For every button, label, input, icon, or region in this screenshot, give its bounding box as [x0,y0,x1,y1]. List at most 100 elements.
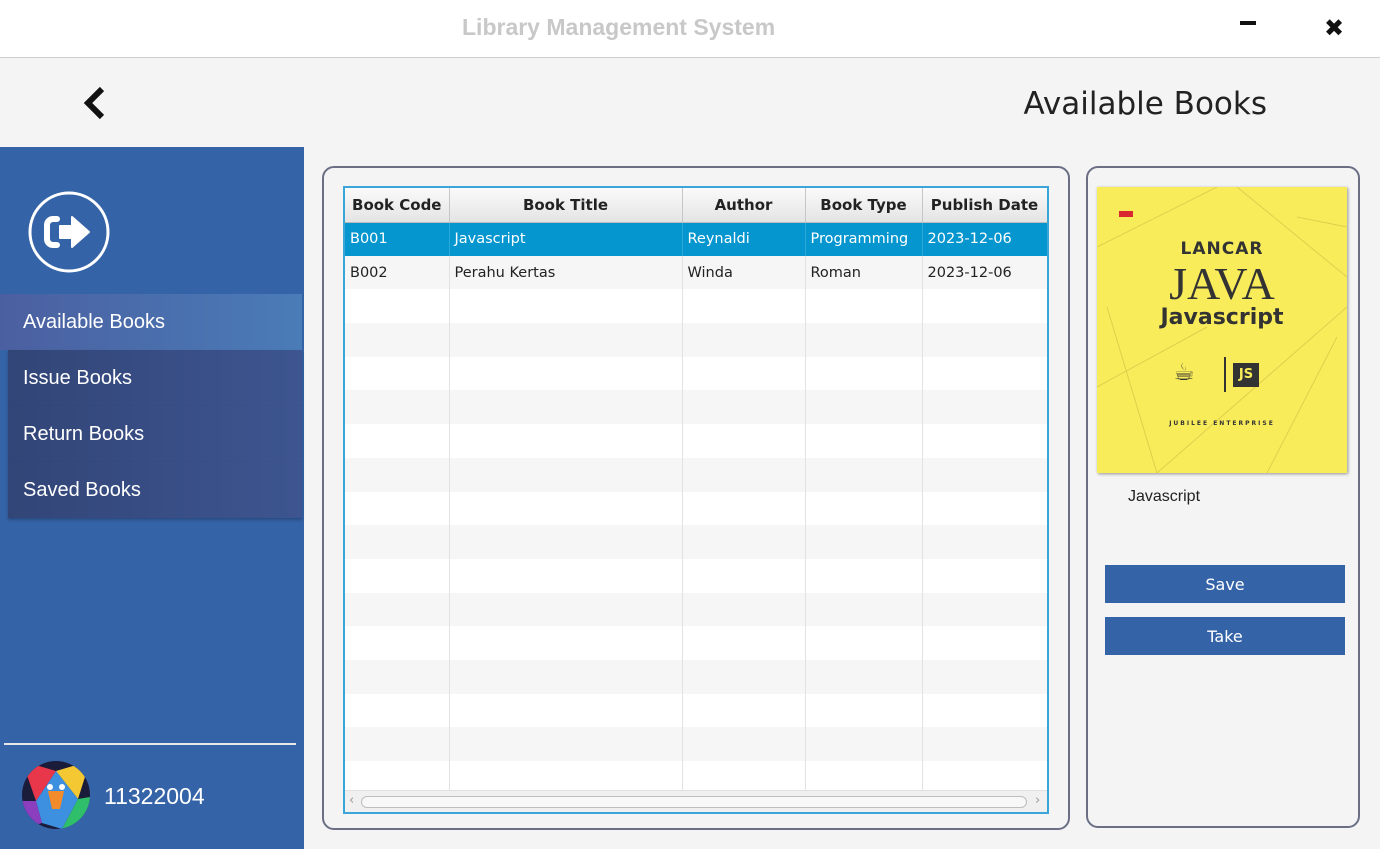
close-button[interactable]: ✖ [1314,8,1354,48]
table-cell [449,727,683,761]
column-header-book-type[interactable]: Book Type [805,188,923,223]
table-row-empty[interactable] [345,592,1047,627]
column-header-book-code[interactable]: Book Code [345,188,450,223]
table-row-empty[interactable] [345,727,1047,761]
table-cell [682,727,806,761]
table-cell [345,491,450,526]
table-row-empty[interactable] [345,626,1047,660]
table-row-empty[interactable] [345,525,1047,559]
java-cup-icon: ☕ [1173,358,1195,386]
table-cell [805,659,923,694]
cover-line3: Javascript [1160,305,1284,330]
table-cell [805,558,923,593]
table-cell: Javascript [449,222,683,256]
table-cell [449,424,683,458]
table-cell [805,289,923,324]
table-cell [345,356,450,391]
logout-icon [28,191,110,273]
table-cell [682,558,806,593]
table-cell [682,626,806,660]
books-table: Book Code Book Title Author Book Type Pu… [345,188,1047,795]
sidebar-item-saved-books[interactable]: Saved Books [8,462,302,518]
table-cell [805,323,923,357]
table-cell [449,491,683,526]
save-button-label: Save [1205,574,1245,594]
sidebar-item-label: Return Books [23,422,145,445]
window-titlebar: Library Management System ✖ [0,0,1380,58]
avatar[interactable] [22,761,90,829]
table-cell [345,626,450,660]
sidebar-item-label: Saved Books [23,478,141,501]
table-row-empty[interactable] [345,491,1047,526]
sidebar-item-label: Issue Books [23,366,132,389]
table-cell [682,289,806,324]
column-header-book-title[interactable]: Book Title [449,188,683,223]
horizontal-scrollbar[interactable]: ‹ › [345,790,1047,812]
table-cell: Roman [805,255,923,290]
table-cell [682,457,806,492]
table-cell [922,693,1047,728]
table-row-empty[interactable] [345,289,1047,324]
logout-button[interactable] [27,190,111,274]
table-cell [922,323,1047,357]
table-cell [682,424,806,458]
back-button[interactable] [80,85,110,121]
table-cell [805,525,923,559]
book-cover-image: LANCAR JAVA Javascript ☕ JS JUBILEE ENTE… [1097,187,1347,473]
table-row-empty[interactable] [345,356,1047,391]
table-row-empty[interactable] [345,323,1047,357]
table-cell [805,592,923,627]
books-table-container: Book Code Book Title Author Book Type Pu… [343,186,1049,814]
table-cell [449,289,683,324]
table-row-empty[interactable] [345,659,1047,694]
column-header-author[interactable]: Author [682,188,806,223]
table-cell [922,424,1047,458]
table-cell [449,390,683,425]
window-title: Library Management System [462,14,776,40]
table-cell: B001 [345,222,450,256]
column-header-publish-date[interactable]: Publish Date [922,188,1047,223]
table-cell [449,659,683,694]
table-row-empty[interactable] [345,424,1047,458]
sidebar-item-return-books[interactable]: Return Books [8,406,302,462]
sidebar-item-issue-books[interactable]: Issue Books [8,350,302,406]
table-cell: Winda [682,255,806,290]
take-button[interactable]: Take [1105,617,1345,655]
table-cell [449,323,683,357]
sidebar-item-available-books[interactable]: Available Books [0,294,302,350]
table-row-empty[interactable] [345,693,1047,728]
table-cell: B002 [345,255,450,290]
minimize-button[interactable] [1228,8,1268,48]
sidebar-nav: Available Books Issue Books Return Books… [0,294,302,518]
table-row-empty[interactable] [345,558,1047,593]
table-cell [682,592,806,627]
scroll-right-icon[interactable]: › [1035,793,1040,808]
table-cell [449,558,683,593]
scrollbar-thumb[interactable] [361,796,1027,808]
table-cell [805,491,923,526]
table-cell: 2023-12-06 [922,222,1047,256]
user-id: 11322004 [104,783,205,809]
table-cell [805,457,923,492]
table-row-empty[interactable] [345,457,1047,492]
table-cell [682,491,806,526]
save-button[interactable]: Save [1105,565,1345,603]
table-cell [449,525,683,559]
table-cell [805,356,923,391]
minimize-icon [1240,21,1256,25]
table-row[interactable]: B002 Perahu Kertas Winda Roman 2023-12-06 [345,255,1047,290]
table-cell [682,356,806,391]
table-cell [345,424,450,458]
scroll-left-icon[interactable]: ‹ [349,793,354,808]
cover-line2: JAVA [1169,258,1275,309]
table-cell: 2023-12-06 [922,255,1047,290]
table-row-empty[interactable] [345,390,1047,425]
table-cell [345,659,450,694]
table-cell [682,390,806,425]
table-cell [922,727,1047,761]
table-cell [345,457,450,492]
table-row[interactable]: B001 Javascript Reynaldi Programming 2023-12… [345,222,1047,256]
table-cell [922,491,1047,526]
table-cell [922,558,1047,593]
table-cell [922,457,1047,492]
